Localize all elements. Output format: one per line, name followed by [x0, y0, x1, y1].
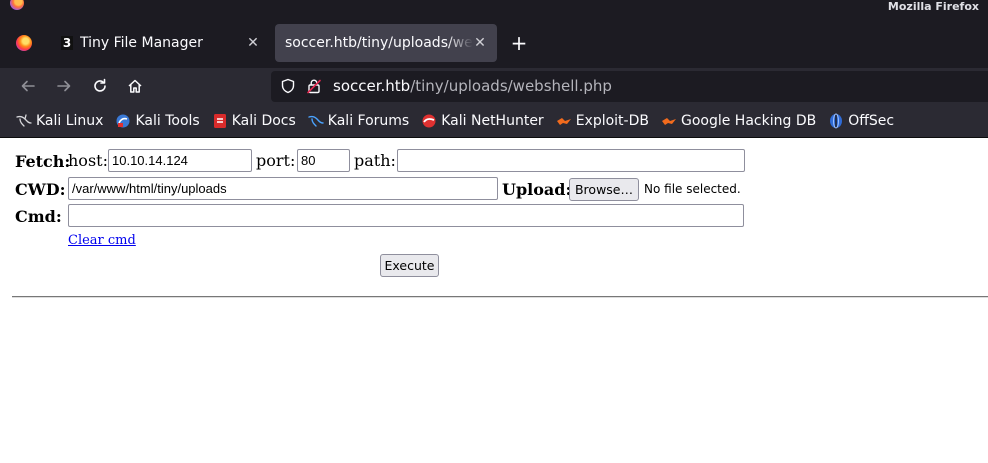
firefox-icon	[10, 0, 24, 10]
bookmark-label: Google Hacking DB	[680, 112, 817, 129]
tab-tiny-file-manager[interactable]: 3 Tiny File Manager ✕	[53, 24, 270, 62]
path-label: path:	[354, 151, 396, 170]
cwd-input[interactable]	[68, 177, 498, 200]
bookmark-kali-docs[interactable]: Kali Docs	[212, 109, 296, 133]
horizontal-rule	[12, 296, 988, 298]
url-host: soccer.htb	[333, 77, 411, 95]
browse-button[interactable]: Browse…	[569, 178, 639, 201]
bookmark-exploit-db[interactable]: Exploit-DB	[556, 109, 649, 133]
host-input[interactable]	[108, 149, 252, 172]
new-tab-button[interactable]: +	[508, 32, 530, 54]
tab-label: soccer.htb/tiny/uploads/webshell.php	[285, 35, 473, 51]
home-icon	[128, 79, 142, 93]
kali-forums-icon	[308, 113, 324, 129]
navigation-toolbar: soccer.htb/tiny/uploads/webshell.php	[0, 68, 988, 104]
clear-cmd-link[interactable]: Clear cmd	[68, 233, 136, 248]
url-bar[interactable]: soccer.htb/tiny/uploads/webshell.php	[271, 71, 988, 102]
bookmarks-toolbar: Kali Linux Kali Tools Kali Docs Kali For…	[0, 104, 988, 137]
tracking-protection-shield-icon[interactable]	[280, 78, 296, 94]
fetch-label: Fetch:	[15, 152, 71, 171]
bookmark-kali-linux[interactable]: Kali Linux	[16, 109, 103, 133]
forward-button[interactable]	[52, 74, 76, 98]
url-path: /tiny/uploads/webshell.php	[410, 77, 612, 95]
bookmark-label: Kali Docs	[231, 112, 296, 129]
reload-icon	[94, 78, 106, 92]
bookmark-label: Kali Forums	[327, 112, 410, 129]
ghdb-icon	[661, 113, 677, 129]
path-input[interactable]	[397, 149, 745, 172]
no-file-selected-text: No file selected.	[644, 182, 741, 196]
kali-dragon-icon	[16, 113, 32, 129]
back-arrow-icon	[21, 80, 35, 92]
tab-label: Tiny File Manager	[80, 35, 203, 51]
bookmark-kali-nethunter[interactable]: Kali NetHunter	[421, 109, 544, 133]
firefox-view-button[interactable]	[8, 28, 40, 58]
firefox-logo-icon	[16, 35, 32, 51]
insecure-lock-icon[interactable]	[306, 78, 322, 94]
url-text[interactable]: soccer.htb/tiny/uploads/webshell.php	[333, 77, 612, 95]
back-button[interactable]	[16, 74, 40, 98]
tiny-file-manager-favicon-icon: 3	[61, 36, 73, 50]
port-label: port:	[256, 151, 296, 170]
exploit-db-icon	[556, 113, 572, 129]
offsec-icon	[828, 113, 844, 129]
execute-button[interactable]: Execute	[380, 254, 439, 277]
bookmark-google-hacking-db[interactable]: Google Hacking DB	[661, 109, 816, 133]
window-title: Mozilla Firefox	[887, 0, 979, 13]
host-label: host:	[68, 151, 108, 170]
home-button[interactable]	[123, 74, 147, 98]
upload-label: Upload:	[502, 180, 572, 199]
cmd-input[interactable]	[68, 204, 744, 227]
cwd-label: CWD:	[15, 180, 66, 199]
kali-tools-icon	[115, 113, 131, 129]
webshell-page: Fetch: host: port: path: CWD: Upload: Br…	[0, 138, 988, 463]
bookmark-label: Kali Linux	[36, 112, 104, 129]
port-input[interactable]	[297, 149, 350, 172]
close-tab-icon[interactable]: ✕	[244, 34, 262, 52]
window-titlebar: Mozilla Firefox	[0, 0, 988, 18]
tab-strip: 3 Tiny File Manager ✕ soccer.htb/tiny/up…	[0, 18, 988, 68]
tab-webshell[interactable]: soccer.htb/tiny/uploads/webshell.php ✕	[275, 24, 497, 62]
bookmark-offsec[interactable]: OffSec	[828, 109, 894, 133]
bookmark-label: Kali NetHunter	[441, 112, 544, 129]
bookmark-label: Kali Tools	[135, 112, 200, 129]
reload-button[interactable]	[88, 74, 112, 98]
close-tab-icon[interactable]: ✕	[471, 34, 489, 52]
kali-docs-icon	[212, 113, 228, 129]
forward-arrow-icon	[57, 80, 71, 92]
bookmark-label: OffSec	[848, 112, 895, 129]
cmd-label: Cmd:	[15, 207, 62, 226]
bookmark-kali-tools[interactable]: Kali Tools	[115, 109, 200, 133]
bookmark-kali-forums[interactable]: Kali Forums	[308, 109, 409, 133]
bookmark-label: Exploit-DB	[575, 112, 649, 129]
nethunter-icon	[421, 113, 437, 129]
